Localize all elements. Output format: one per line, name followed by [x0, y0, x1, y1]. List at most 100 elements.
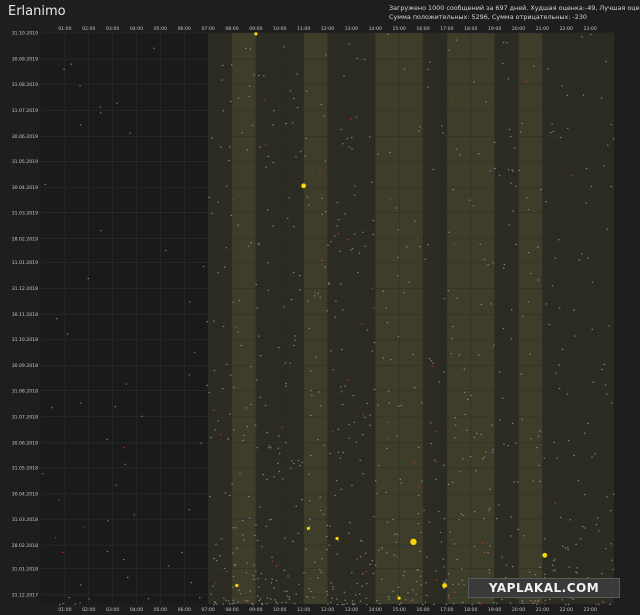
positive-point — [354, 603, 356, 605]
positive-point — [317, 293, 319, 295]
positive-point — [282, 478, 284, 480]
positive-point — [232, 386, 235, 388]
positive-point — [567, 546, 569, 549]
positive-point — [366, 402, 369, 405]
positive-point — [351, 148, 353, 150]
x-tick-label-top: 09:00 — [249, 26, 262, 32]
positive-point — [291, 122, 294, 124]
positive-point — [445, 603, 448, 605]
hour-band-19 — [494, 33, 519, 604]
positive-point — [598, 603, 600, 606]
positive-point — [284, 537, 286, 539]
positive-point — [540, 188, 542, 190]
positive-point — [589, 33, 592, 36]
positive-point — [370, 181, 373, 183]
negative-point — [347, 239, 349, 241]
positive-point — [532, 602, 534, 605]
positive-point — [596, 517, 599, 519]
negative-point — [525, 81, 528, 83]
positive-point — [232, 429, 235, 431]
highlight-point — [335, 536, 339, 541]
positive-point — [267, 262, 269, 264]
negative-point — [452, 100, 454, 102]
positive-point — [515, 185, 517, 187]
positive-point — [441, 125, 443, 127]
negative-point — [595, 603, 597, 605]
positive-point — [361, 434, 364, 436]
negative-point — [373, 307, 375, 309]
positive-point — [373, 516, 375, 518]
positive-point — [265, 525, 267, 527]
y-tick-label: 31.10.2018 — [12, 337, 38, 343]
positive-point — [503, 263, 506, 266]
positive-point — [510, 535, 512, 537]
positive-point — [214, 429, 216, 431]
x-tick-label-top: 06:00 — [178, 26, 191, 32]
positive-point — [336, 202, 339, 204]
positive-point — [244, 47, 247, 49]
positive-point — [342, 452, 344, 454]
positive-point — [472, 205, 475, 207]
positive-point — [473, 437, 476, 439]
positive-point — [261, 546, 263, 548]
positive-point — [510, 516, 512, 518]
positive-point — [513, 481, 515, 483]
positive-point — [51, 407, 53, 409]
positive-point — [493, 602, 495, 604]
x-tick-label-top: 19:00 — [488, 26, 501, 32]
positive-point — [381, 578, 383, 580]
positive-point — [284, 590, 286, 592]
positive-point — [552, 570, 555, 572]
positive-point — [537, 599, 540, 601]
negative-point — [396, 556, 398, 558]
highlight-point — [301, 183, 307, 189]
positive-point — [336, 225, 338, 227]
positive-point — [277, 447, 279, 449]
positive-point — [488, 509, 490, 511]
positive-point — [326, 548, 328, 551]
positive-point — [355, 594, 357, 596]
positive-point — [256, 379, 258, 381]
hour-band-17 — [446, 33, 471, 604]
positive-point — [502, 62, 504, 65]
positive-point — [319, 496, 321, 498]
positive-point — [451, 338, 454, 340]
positive-point — [153, 47, 155, 49]
negative-point — [275, 565, 278, 567]
positive-point — [539, 430, 541, 432]
positive-point — [508, 224, 511, 226]
negative-point — [314, 291, 316, 293]
positive-point — [364, 245, 366, 247]
positive-point — [308, 500, 311, 502]
positive-point — [606, 393, 608, 395]
positive-point — [190, 582, 192, 584]
positive-point — [275, 601, 277, 603]
positive-point — [324, 266, 326, 268]
positive-point — [309, 518, 311, 520]
positive-point — [288, 598, 291, 600]
positive-point — [353, 194, 356, 196]
positive-point — [473, 545, 476, 547]
positive-point — [258, 74, 260, 76]
y-tick-label: 30.04.2019 — [12, 185, 38, 191]
positive-point — [372, 219, 375, 222]
positive-point — [259, 146, 261, 148]
positive-point — [399, 478, 401, 480]
x-axis-top: 01:00 02:00 03:00 04:00 05:00 06:00 07:00 08:00… — [58, 26, 597, 32]
positive-point — [309, 525, 311, 527]
positive-point — [527, 252, 530, 254]
positive-point — [425, 582, 427, 584]
positive-point — [561, 348, 564, 350]
positive-point — [587, 422, 589, 425]
positive-point — [544, 538, 546, 540]
positive-point — [435, 570, 437, 572]
positive-point — [564, 547, 567, 549]
positive-point — [416, 569, 418, 571]
positive-point — [376, 600, 378, 602]
positive-point — [428, 521, 431, 523]
positive-point — [386, 447, 388, 449]
positive-point — [259, 598, 262, 600]
positive-point — [308, 204, 310, 206]
positive-point — [484, 451, 487, 453]
positive-point — [572, 598, 574, 600]
